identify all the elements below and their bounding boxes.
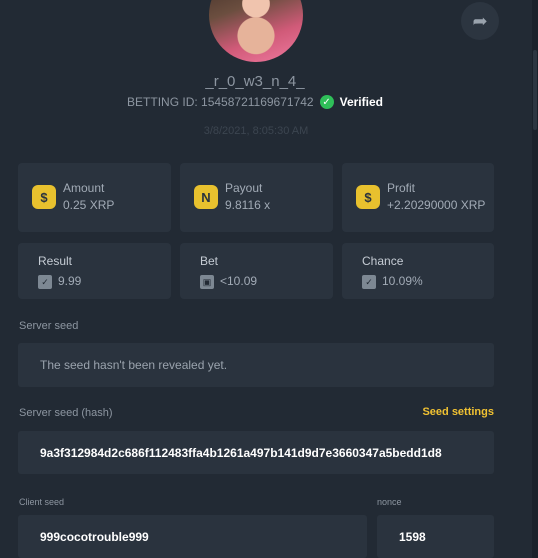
bet-card: Bet ▣ <10.09 xyxy=(180,243,333,299)
nonce-value: 1598 xyxy=(399,529,426,544)
money-bag-hand-icon: $ xyxy=(32,185,56,209)
payout-label: Payout xyxy=(225,181,263,195)
coins-icon: N xyxy=(194,185,218,209)
bet-label: Bet xyxy=(200,254,219,268)
profit-label: Profit xyxy=(387,181,416,195)
chance-value: 10.09% xyxy=(382,274,423,288)
server-seed-label: Server seed xyxy=(19,320,79,332)
server-seed-field: The seed hasn't been revealed yet. xyxy=(18,343,494,387)
result-card: Result ✓ 9.99 xyxy=(18,243,171,299)
profit-value: +2.20290000 XRP xyxy=(387,198,486,212)
client-seed-field[interactable]: 999cocotrouble999 xyxy=(18,515,367,558)
verified-check-icon: ✓ xyxy=(319,95,334,109)
amount-value: 0.25 XRP xyxy=(63,198,115,212)
bet-value: <10.09 xyxy=(220,274,258,288)
result-value: 9.99 xyxy=(58,274,82,288)
client-seed-value: 999cocotrouble999 xyxy=(40,529,149,544)
dice-icon: ✓ xyxy=(362,275,376,289)
bet-id-row: BETTING ID: 15458721169671742 ✓ Verified xyxy=(0,95,510,109)
server-seed-value: The seed hasn't been revealed yet. xyxy=(40,358,228,372)
avatar xyxy=(209,0,303,62)
amount-label: Amount xyxy=(63,181,105,195)
client-seed-label: Client seed xyxy=(19,497,65,507)
nonce-field[interactable]: 1598 xyxy=(377,515,494,558)
amount-card: $ Amount 0.25 XRP xyxy=(18,163,171,232)
bet-id: BETTING ID: 15458721169671742 xyxy=(127,95,314,109)
nonce-label: nonce xyxy=(377,497,402,507)
payout-card: N Payout 9.8116 x xyxy=(180,163,333,232)
server-seed-hash-value: 9a3f312984d2c686f112483ffa4b1261a497b141… xyxy=(40,445,442,460)
username: _r_0_w3_n_4_ xyxy=(205,73,305,90)
chance-label: Chance xyxy=(362,254,404,268)
chance-card: Chance ✓ 10.09% xyxy=(342,243,494,299)
bet-date: 3/8/2021, 8:05:30 AM xyxy=(203,125,309,137)
share-icon: ➦ xyxy=(472,10,488,31)
share-button[interactable]: ➦ xyxy=(461,2,499,40)
scrollbar-track[interactable] xyxy=(532,0,538,558)
verified-label: Verified xyxy=(339,95,383,109)
scrollbar-thumb[interactable] xyxy=(533,50,537,130)
payout-value: 9.8116 x xyxy=(225,198,271,212)
profit-card: $ Profit +2.20290000 XRP xyxy=(342,163,494,232)
dice-icon: ✓ xyxy=(38,275,52,289)
result-label: Result xyxy=(38,254,73,268)
seed-settings-link[interactable]: Seed settings xyxy=(422,406,494,418)
server-seed-hash-field[interactable]: 9a3f312984d2c686f112483ffa4b1261a497b141… xyxy=(18,431,494,474)
money-bag-icon: $ xyxy=(356,185,380,209)
server-seed-hash-label: Server seed (hash) xyxy=(19,407,113,419)
cube-icon: ▣ xyxy=(200,275,214,289)
